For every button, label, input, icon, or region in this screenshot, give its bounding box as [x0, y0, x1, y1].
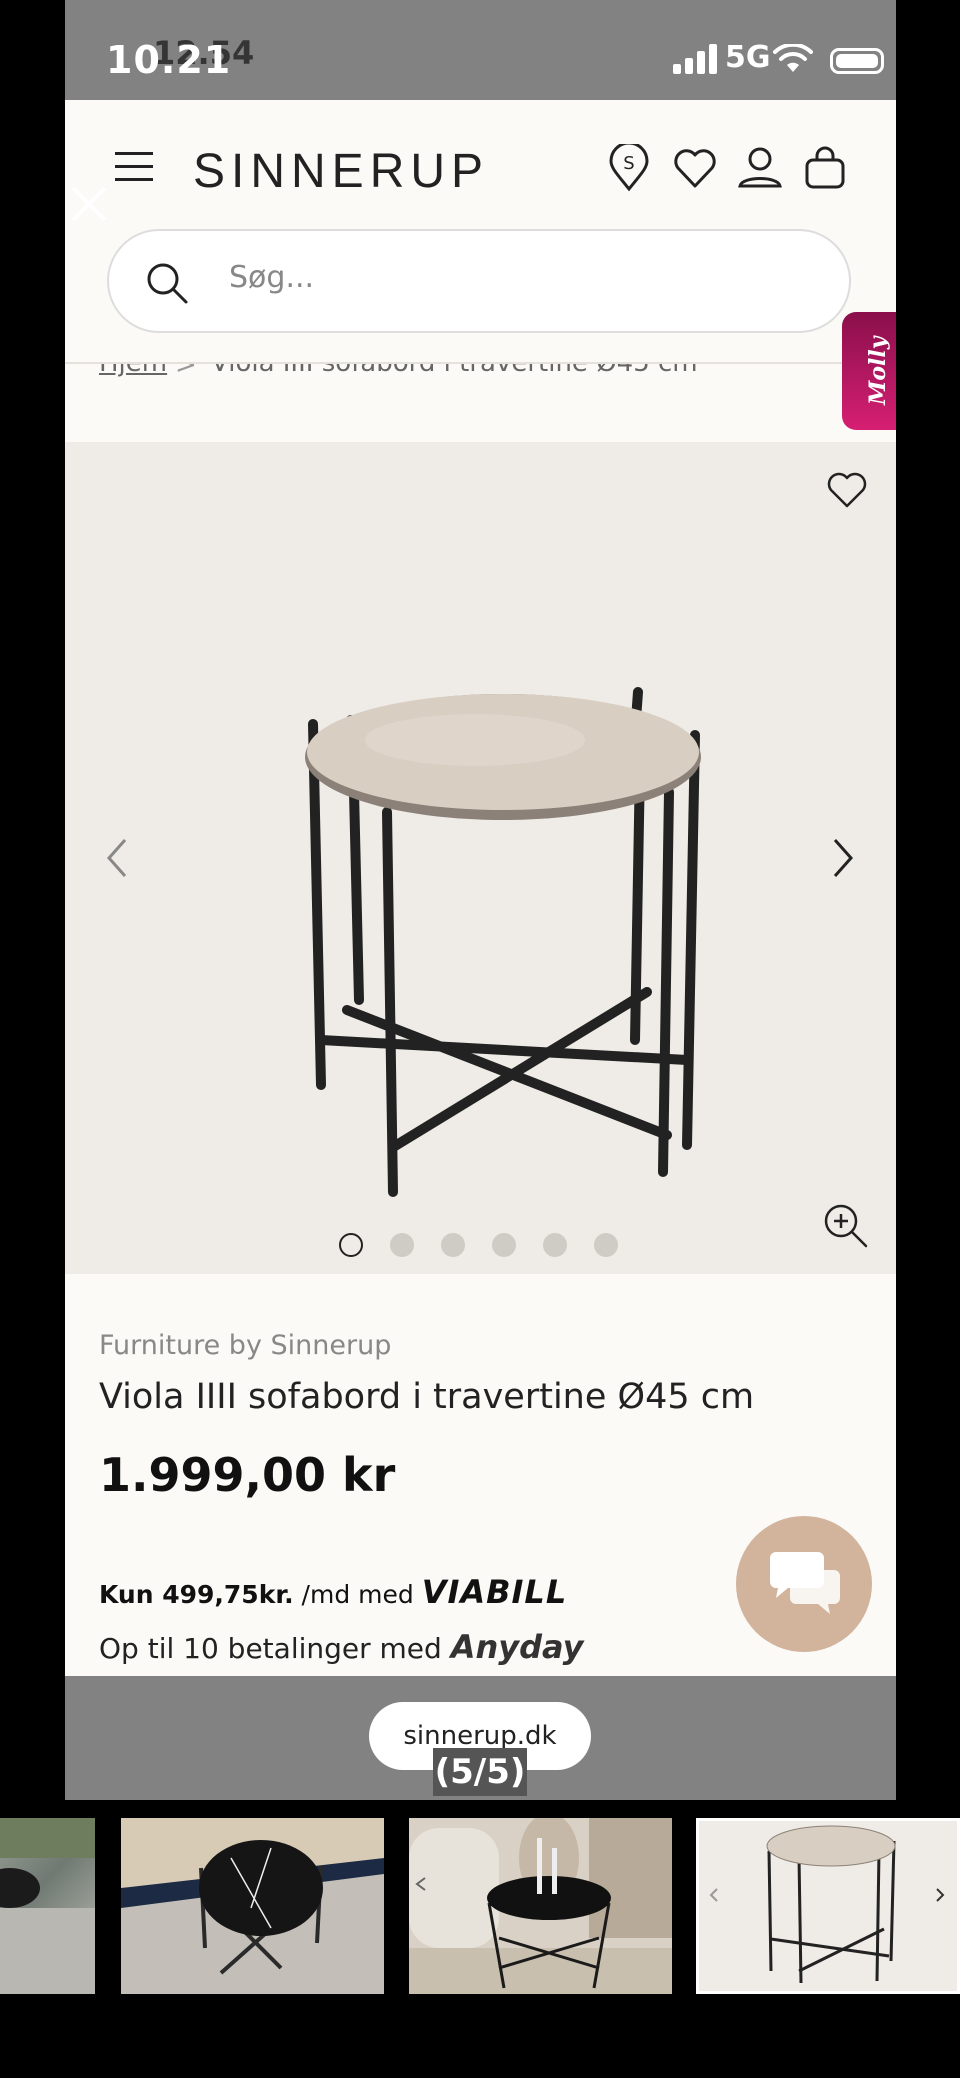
thumbnail-4-image — [699, 1821, 957, 1991]
site-header: SINNERUP S — [65, 100, 896, 340]
molly-chat-tab[interactable]: Molly — [842, 312, 896, 430]
viabill-financing: Kun 499,75kr. /md med VIABILL — [99, 1573, 567, 1611]
close-icon[interactable] — [65, 180, 113, 228]
store-locator-icon[interactable]: S — [605, 144, 653, 192]
menu-icon[interactable] — [115, 152, 153, 184]
gallery-dot[interactable] — [390, 1233, 414, 1257]
anyday-text: Op til 10 betalinger med — [99, 1632, 451, 1665]
wifi-icon — [773, 44, 813, 72]
thumbnail-4-active[interactable] — [696, 1818, 960, 1994]
battery-icon — [830, 48, 884, 74]
status-time: 10.21 — [106, 38, 232, 82]
signal-icon — [673, 44, 717, 74]
anyday-logo: Anyday — [450, 1628, 584, 1666]
gallery-dot[interactable] — [339, 1233, 363, 1257]
product-title: Viola IIII sofabord i travertine Ø45 cm — [99, 1377, 755, 1417]
breadcrumb-current: Viola IIII sofabord i travertine Ø45 cm — [211, 362, 698, 378]
product-wishlist-icon[interactable] — [825, 470, 869, 510]
thumbnail-2-image — [121, 1818, 384, 1994]
carrier-label: 5G — [725, 40, 771, 75]
thumbnail-strip — [0, 1818, 960, 1994]
gallery-dot[interactable] — [441, 1233, 465, 1257]
product-image-side-table — [305, 687, 701, 1197]
breadcrumb-home-link[interactable]: Hjem — [99, 364, 167, 378]
viabill-mid-text: /md med — [293, 1580, 422, 1609]
search-icon — [147, 263, 188, 304]
site-logo[interactable]: SINNERUP — [193, 144, 489, 199]
gallery-dot[interactable] — [543, 1233, 567, 1257]
thumbnail-3[interactable] — [409, 1818, 672, 1994]
image-counter: (5/5) — [433, 1748, 527, 1796]
viabill-logo: VIABILL — [421, 1573, 568, 1611]
gallery-next-icon[interactable] — [827, 836, 857, 880]
viabill-amount: Kun 499,75kr. — [99, 1580, 294, 1609]
gallery-dot[interactable] — [492, 1233, 516, 1257]
phone-screenshot: 12.54 10.21 5G SINNERUP S Søg... Hjem > … — [65, 0, 896, 1800]
thumbnail-1-image — [0, 1818, 95, 1994]
gallery-prev-icon[interactable] — [103, 836, 133, 880]
thumbnail-2[interactable] — [121, 1818, 384, 1994]
anyday-financing: Op til 10 betalinger med Anyday — [99, 1628, 584, 1666]
svg-text:S: S — [623, 153, 634, 174]
gallery-dot[interactable] — [594, 1233, 618, 1257]
product-brand[interactable]: Furniture by Sinnerup — [99, 1330, 391, 1361]
thumbnail-3-image — [409, 1818, 672, 1994]
chat-button[interactable] — [736, 1516, 872, 1652]
thumbnail-1[interactable] — [0, 1818, 95, 1994]
cart-icon[interactable] — [801, 144, 849, 192]
status-bar: 12.54 10.21 5G — [65, 0, 896, 100]
wishlist-icon[interactable] — [671, 144, 719, 192]
zoom-icon[interactable] — [822, 1202, 870, 1250]
breadcrumb-separator: > — [175, 362, 197, 380]
breadcrumb: Hjem > Viola IIII sofabord i travertine … — [65, 362, 896, 444]
chat-bubbles-icon — [770, 1552, 840, 1614]
search-input[interactable] — [227, 259, 791, 296]
account-icon[interactable] — [736, 144, 784, 192]
product-price: 1.999,00 kr — [99, 1448, 396, 1502]
search-bar[interactable] — [107, 229, 851, 333]
molly-label: Molly — [865, 336, 891, 405]
